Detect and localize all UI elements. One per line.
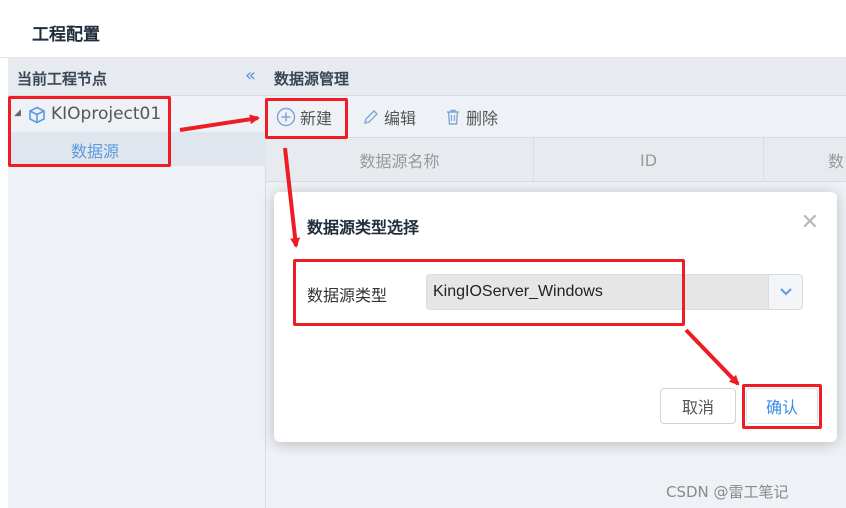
column-header-name[interactable]: 数据源名称 <box>266 138 534 182</box>
management-title: 数据源管理 <box>274 70 350 88</box>
pencil-icon <box>364 110 378 124</box>
chevron-down-icon[interactable] <box>768 275 802 309</box>
tree-panel-header: 当前工程节点 « <box>8 58 266 96</box>
delete-button[interactable]: 删除 <box>444 106 498 128</box>
annotation-box-tree <box>8 96 171 167</box>
cancel-button[interactable]: 取消 <box>660 388 736 424</box>
column-header-partial[interactable]: 数 <box>764 138 846 182</box>
annotation-box-new <box>265 98 348 139</box>
annotation-box-confirm <box>742 384 822 429</box>
toolbar: 新建 编辑 删除 <box>266 96 846 138</box>
column-header-id[interactable]: ID <box>534 138 764 182</box>
table-header: 数据源名称 ID 数 <box>266 138 846 182</box>
watermark: CSDN @雷工笔记 <box>666 483 789 501</box>
double-chevron-left-icon[interactable]: « <box>245 65 256 86</box>
tree-panel-title: 当前工程节点 <box>17 70 108 88</box>
edit-button-label: 编辑 <box>384 109 417 128</box>
edit-button[interactable]: 编辑 <box>362 106 416 128</box>
delete-button-label: 删除 <box>466 109 499 128</box>
dialog-title: 数据源类型选择 <box>307 218 420 237</box>
close-icon[interactable]: ✕ <box>801 210 819 235</box>
annotation-box-select <box>293 259 685 326</box>
page-title: 工程配置 <box>32 25 100 45</box>
trash-icon <box>447 109 459 125</box>
management-header: 数据源管理 <box>266 58 846 96</box>
page-header: 工程配置 <box>0 0 846 58</box>
